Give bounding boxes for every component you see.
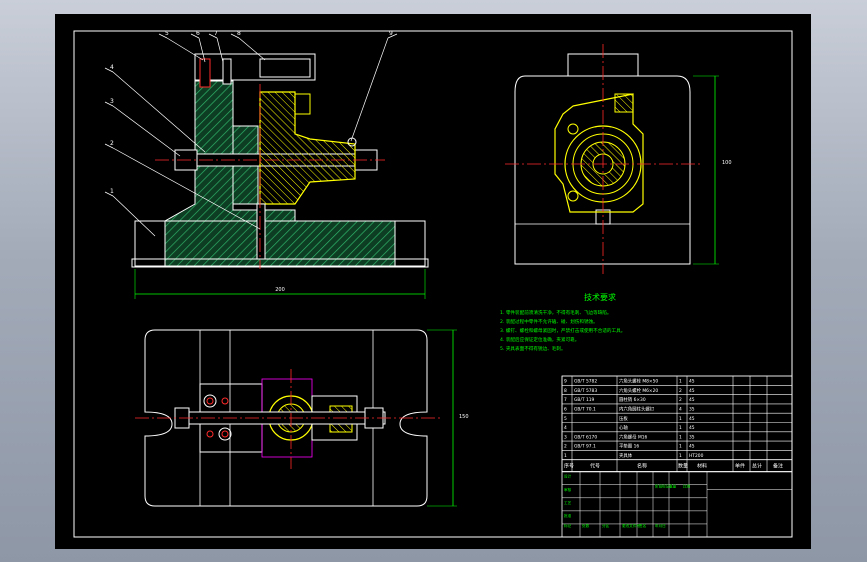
title-block-cell: 阶段标记 (655, 484, 670, 489)
bom-cell: 45 (689, 416, 695, 422)
plan-height-dimension: 150 (459, 414, 469, 420)
bom-header-cell: 序号 (564, 463, 574, 470)
bom-cell: 2 (564, 444, 567, 450)
title-block: 标记 处数 分区 更改文件号 签名 年月日 设计审核工艺批准 阶段标记 重量 比例 (561, 471, 793, 538)
title-block-cell: 分区 (602, 523, 610, 528)
bom-cell: 1 (679, 416, 682, 422)
bom-header-cell: 单件 (735, 463, 745, 470)
balloon-7: 7 (214, 30, 218, 37)
balloon-8: 8 (237, 30, 241, 37)
title-block-cell: 处数 (582, 523, 590, 528)
bom-cell: 1 (679, 434, 682, 440)
bom-cell: 45 (689, 444, 695, 450)
bom-cell: 平垫圈 16 (619, 443, 639, 450)
balloon-2: 2 (110, 140, 114, 147)
bom-cell: 2 (679, 397, 682, 403)
bom-cell: 1 (679, 425, 682, 431)
title-block-cell: 签名 (639, 523, 647, 528)
tech-title: 技术要求 (584, 292, 616, 302)
tech-line-3: 3. 螺钉、螺栓和螺母紧固时，严禁打击或使用不合适的工具。 (500, 327, 625, 334)
bom-cell: 8 (564, 388, 567, 394)
bom-cell: 夹具体 (619, 452, 633, 459)
title-block-cell: 设计 (564, 474, 572, 479)
title-block-cell: 年月日 (655, 523, 666, 528)
balloon-4: 4 (110, 64, 114, 71)
bom-cell: 45 (689, 397, 695, 403)
bom-cell: 45 (689, 425, 695, 431)
balloon-9: 9 (389, 30, 393, 37)
bom-cell: 1 (564, 453, 567, 459)
base-width-dimension: 200 (275, 287, 285, 293)
bom-header-cell: 总计 (752, 463, 762, 470)
bom-cell: 2 (679, 388, 682, 394)
bom-header-cell: 材料 (697, 463, 707, 470)
bom-cell: 3 (564, 434, 567, 440)
drawing-frame (73, 30, 793, 538)
bom-cell: GB/T 5782 (574, 379, 597, 385)
title-block-cell: 比例 (683, 484, 691, 489)
bom-cell: 4 (679, 407, 682, 413)
bom-cell: 六角头螺栓 M6×20 (619, 387, 658, 394)
bom-cell: 1 (679, 444, 682, 450)
title-block-cell: 重量 (669, 484, 677, 489)
balloon-3: 3 (110, 98, 114, 105)
title-block-cell: 更改文件号 (622, 523, 640, 528)
bom-header-cell: 备注 (773, 463, 783, 470)
front-view: 200 (131, 53, 429, 299)
bom-cell: 圆柱销 6×30 (619, 396, 646, 403)
bom-cell: 1 (679, 379, 682, 385)
bom-cell: 5 (564, 416, 567, 422)
tech-line-1: 1. 零件装配前须清洗干净，不得有毛刺、飞边等缺陷。 (500, 309, 612, 316)
balloon-1: 1 (110, 188, 114, 195)
bom-cell: 35 (689, 407, 695, 413)
bom-header-cell: 名称 (637, 463, 647, 470)
tech-line-2: 2. 装配过程中零件不允许磕、碰、划伤和锈蚀。 (500, 318, 598, 325)
fixture-assembly-drawing: 200 5 6 7 8 4 3 2 1 9 100 150 技术要求 1. 零件… (73, 30, 793, 538)
bom-cell: HT200 (689, 453, 704, 459)
bom-cell: GB/T 5783 (574, 388, 597, 394)
technical-requirements: 技术要求 1. 零件装配前须清洗干净，不得有毛刺、飞边等缺陷。 2. 装配过程中… (500, 292, 625, 352)
bom-cell: GB/T 119 (574, 397, 595, 403)
bom-cell: 压板 (619, 415, 628, 422)
bom-cell: 心轴 (619, 424, 628, 431)
balloon-5: 5 (165, 30, 169, 37)
tech-line-4: 4. 装配后应保证定位准确，夹紧可靠。 (500, 336, 579, 343)
workpiece (259, 91, 356, 205)
balloon-6: 6 (196, 30, 200, 37)
top-view: 150 (135, 329, 469, 507)
tech-line-5: 5. 夹具表面不得有锐边、毛刺。 (500, 345, 566, 352)
bom-cell: 4 (564, 425, 567, 431)
side-height-dimension: 100 (722, 160, 732, 166)
bom-cell: GB/T 97.1 (574, 444, 596, 450)
bom-cell: 45 (689, 379, 695, 385)
bom-cell: 内六角圆柱头螺钉 (619, 406, 655, 413)
bom-cell: 45 (689, 388, 695, 394)
side-view: 100 (505, 44, 732, 274)
bom-cell: 9 (564, 379, 567, 385)
bom-cell: GB/T 70.1 (574, 407, 596, 413)
bom-cell: 六角头螺栓 M8×50 (619, 378, 658, 385)
bom-cell: GB/T 6170 (574, 434, 597, 440)
bom-cell: 六角螺母 M16 (619, 433, 648, 440)
title-block-cell: 工艺 (564, 500, 572, 505)
bom-header-cell: 代号 (590, 463, 600, 470)
title-block-cell: 批准 (564, 513, 572, 518)
bom-cell: 35 (689, 434, 695, 440)
pressure-plate (194, 53, 316, 81)
bom-cell: 6 (564, 407, 567, 413)
title-block-cell: 标记 (564, 523, 572, 528)
bom-cell: 1 (679, 453, 682, 459)
drawing-sheet: 200 5 6 7 8 4 3 2 1 9 100 150 技术要求 1. 零件… (55, 14, 811, 549)
bill-of-materials: 9 GB/T 5782 六角头螺栓 M8×50 1 458 GB/T 5783 六角头螺栓 … (561, 375, 793, 473)
bom-header-cell: 数量 (678, 463, 688, 470)
bom-cell: 7 (564, 397, 567, 403)
title-block-cell: 审核 (564, 487, 572, 492)
